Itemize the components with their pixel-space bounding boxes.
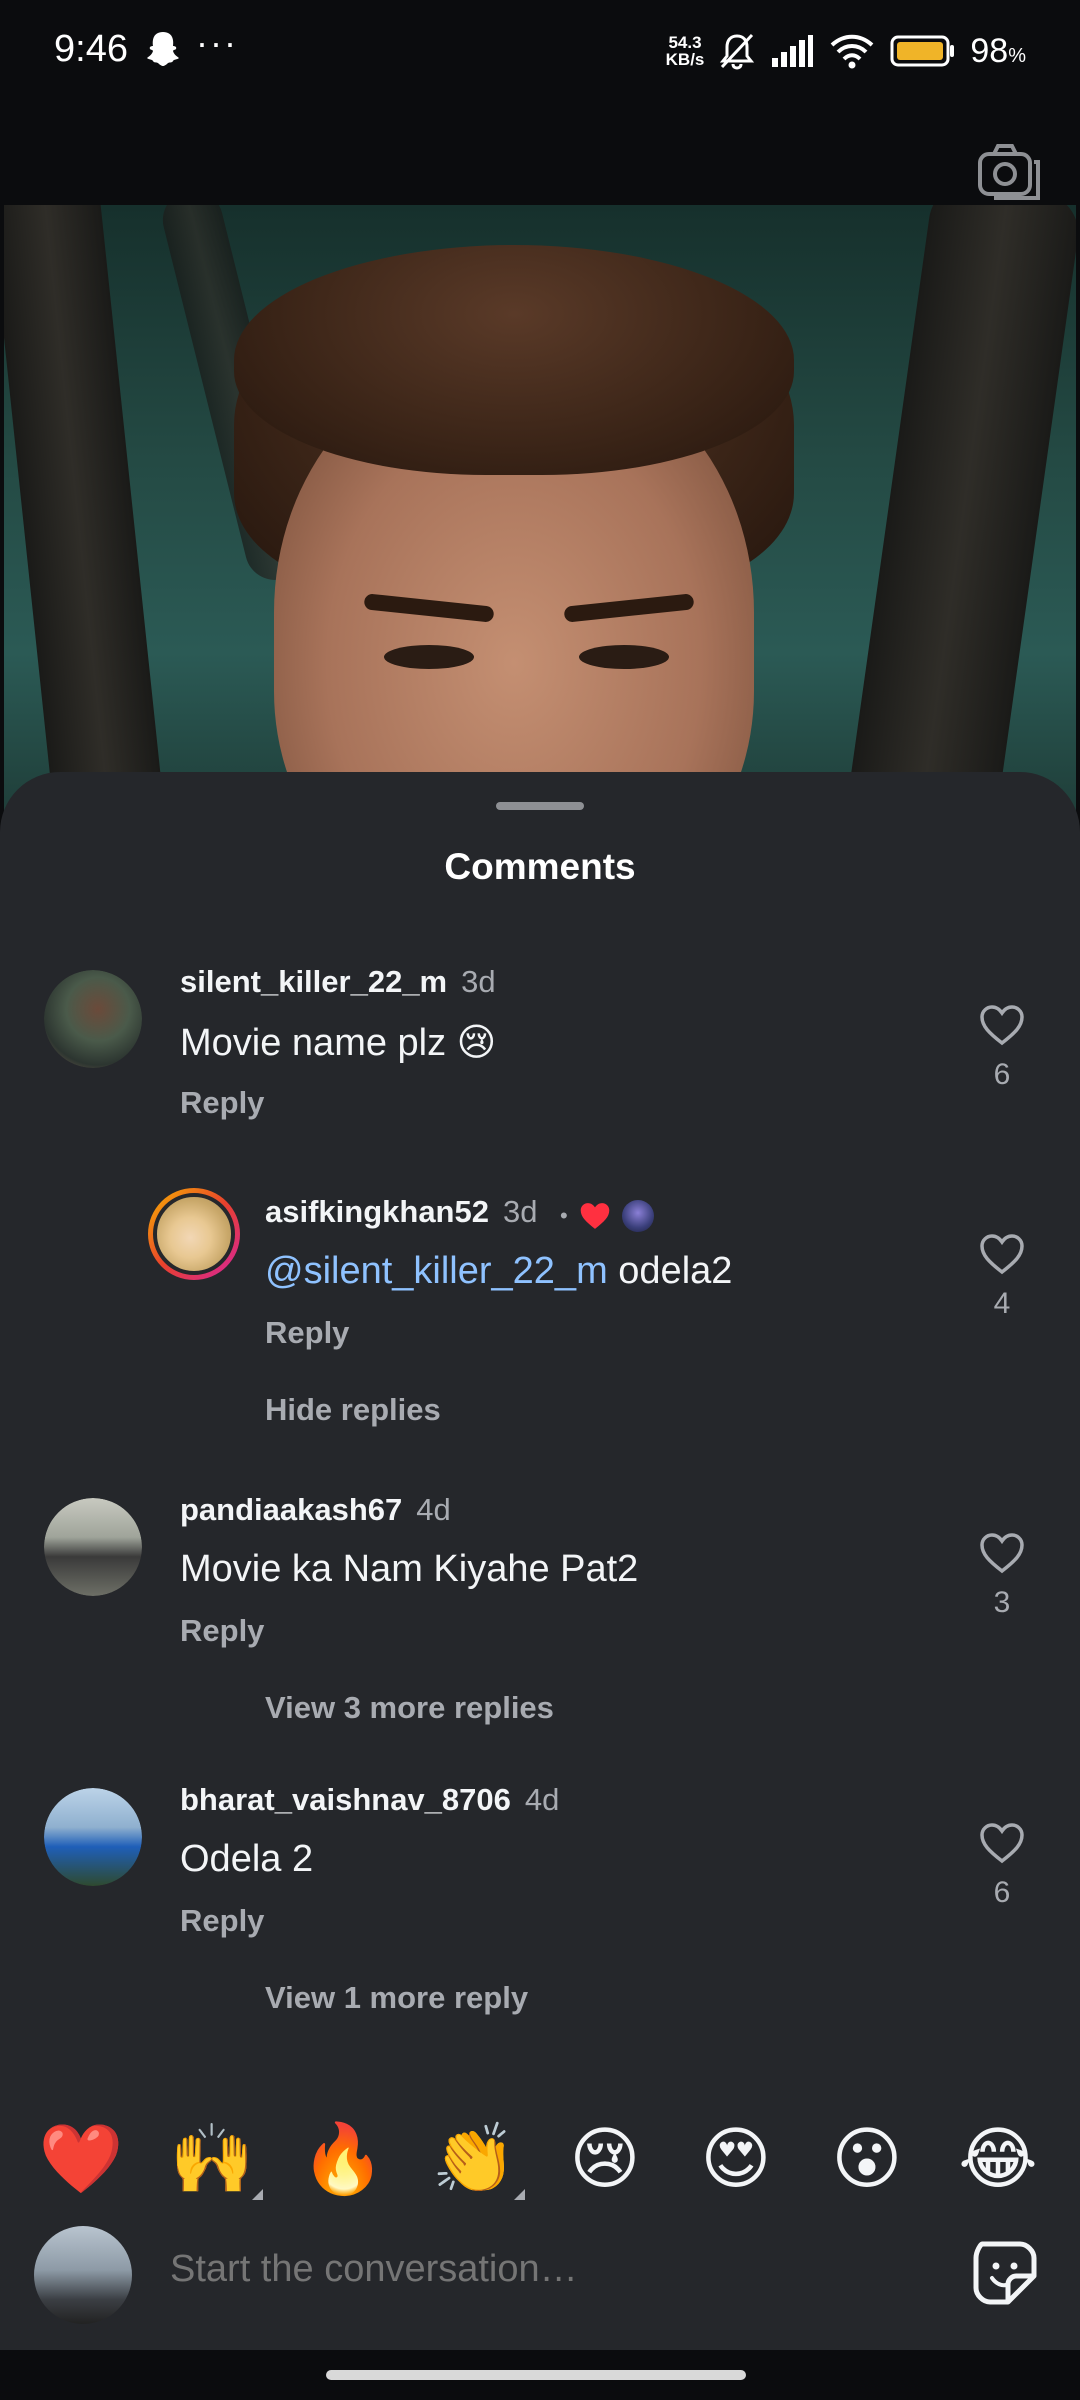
heart-icon <box>980 1005 1024 1046</box>
emoji-heart-button[interactable]: ❤️ <box>36 2115 126 2205</box>
status-bar: 9:46 ··· 54.3 KB/s 98% <box>0 0 1080 100</box>
like-button[interactable]: 3 <box>972 1532 1032 1620</box>
reply-button[interactable]: Reply <box>265 1315 349 1351</box>
heart-icon <box>980 1234 1024 1275</box>
emoji-joy-button[interactable]: 😂 <box>953 2115 1043 2205</box>
emoji-fire-button[interactable]: 🔥 <box>298 2115 388 2205</box>
heart-icon <box>980 1533 1024 1574</box>
comment-username[interactable]: bharat_vaishnav_8706 4d <box>180 1782 559 1818</box>
avatar[interactable] <box>44 1498 142 1596</box>
home-gesture-pill[interactable] <box>326 2370 746 2380</box>
battery-percent: 98% <box>970 31 1026 70</box>
like-count: 6 <box>993 1876 1011 1909</box>
mention-link[interactable]: @silent_killer_22_m <box>265 1250 608 1292</box>
comment-time: 3d <box>502 1194 538 1229</box>
separator-dot: • <box>560 1203 568 1228</box>
system-nav-bar <box>0 2350 1080 2400</box>
avatar-story-ring[interactable] <box>148 1188 240 1280</box>
creator-liked-heart-icon <box>580 1203 609 1229</box>
tree-trunk <box>834 205 1076 845</box>
hide-replies-button[interactable]: Hide replies <box>265 1392 441 1428</box>
emoji-surprised-button[interactable]: 😮 <box>822 2115 912 2205</box>
status-right-cluster: 54.3 KB/s 98% <box>666 26 1026 76</box>
reply-button[interactable]: Reply <box>180 1085 264 1121</box>
reel-video[interactable] <box>4 205 1076 845</box>
comment-time: 4d <box>524 1782 560 1817</box>
status-more-dots: ··· <box>196 22 238 63</box>
heart-icon <box>980 1823 1024 1864</box>
view-more-replies-button[interactable]: View 3 more replies <box>265 1690 554 1726</box>
network-speed: 54.3 KB/s <box>665 33 705 69</box>
emoji-raising-hands-button[interactable]: 🙌 <box>167 2115 263 2205</box>
emoji-clapping-button[interactable]: 👏 <box>429 2115 525 2205</box>
comment-text: @silent_killer_22_m odela2 <box>265 1250 733 1292</box>
sheet-title: Comments <box>444 846 636 887</box>
video-top-bar <box>0 100 1080 205</box>
like-button[interactable]: 6 <box>972 1822 1032 1910</box>
emoji-crying-button[interactable]: 😢 <box>560 2115 650 2205</box>
comment-text: Movie ka Nam Kiyahe Pat2 <box>180 1548 639 1590</box>
snapchat-ghost-icon <box>147 32 179 66</box>
like-count: 4 <box>993 1287 1011 1320</box>
creator-avatar-icon <box>621 1200 654 1232</box>
battery-icon <box>890 35 955 67</box>
camera-icon[interactable] <box>976 140 1042 202</box>
view-more-replies-button[interactable]: View 1 more reply <box>265 1980 528 2016</box>
wifi-icon <box>831 34 874 69</box>
sticker-icon[interactable] <box>972 2240 1038 2306</box>
comment-input[interactable] <box>170 2248 930 2291</box>
tree-trunk <box>4 205 172 845</box>
like-count: 3 <box>993 1586 1011 1619</box>
comment-composer <box>0 2200 1080 2350</box>
sheet-drag-handle[interactable] <box>496 802 584 810</box>
comment-username[interactable]: pandiaakash67 4d <box>180 1492 451 1528</box>
status-time: 9:46 <box>54 28 128 70</box>
comment-username[interactable]: silent_killer_22_m 3d <box>180 964 496 1000</box>
mute-bell-icon <box>720 33 755 70</box>
comment-username[interactable]: asifkingkhan52 3d <box>265 1194 537 1230</box>
comment-time: 4d <box>416 1492 451 1527</box>
reply-button[interactable]: Reply <box>180 1613 264 1649</box>
like-button[interactable]: 4 <box>972 1233 1032 1321</box>
comment-time: 3d <box>461 964 496 999</box>
avatar[interactable] <box>44 970 142 1068</box>
signal-icon <box>772 35 814 67</box>
left-eye <box>384 645 474 669</box>
comment-text: Movie name plz 😢 <box>180 1022 497 1064</box>
right-eye <box>579 645 669 669</box>
emoji-heart-eyes-button[interactable]: 😍 <box>691 2115 781 2205</box>
my-avatar <box>34 2226 132 2324</box>
avatar[interactable] <box>44 1788 142 1886</box>
reply-button[interactable]: Reply <box>180 1903 264 1939</box>
like-button[interactable]: 6 <box>972 1004 1032 1092</box>
person-hair-top <box>234 245 794 475</box>
comment-badges: • <box>560 1200 654 1232</box>
like-count: 6 <box>993 1058 1011 1091</box>
comment-text: Odela 2 <box>180 1838 314 1880</box>
